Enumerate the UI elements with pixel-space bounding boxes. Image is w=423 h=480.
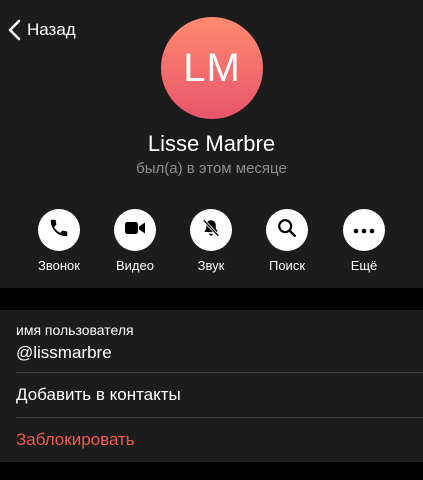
back-button[interactable]: Назад [8,18,76,42]
avatar-initials: LM [183,45,241,90]
video-circle [114,209,156,251]
info-list: имя пользователя @lissmarbre Добавить в … [0,310,423,462]
more-circle [343,209,385,251]
username-value: @lissmarbre [16,343,112,362]
call-label: Звонок [38,258,80,273]
chevron-left-icon [8,19,21,41]
add-contact-button[interactable]: Добавить в контакты [0,373,423,417]
phone-icon [48,217,70,244]
more-button[interactable]: Ещё [329,209,399,273]
search-label: Поиск [268,258,306,273]
mute-button[interactable]: Звук [176,209,246,273]
video-button[interactable]: Видео [100,209,170,273]
call-circle [38,209,80,251]
add-contact-label: Добавить в контакты [16,385,181,404]
video-camera-icon [124,220,146,241]
mute-circle [190,209,232,251]
more-icon [353,221,375,239]
profile-status: был(а) в этом месяце [136,160,287,177]
bell-muted-icon [200,217,222,244]
mute-label: Звук [197,258,225,273]
call-button[interactable]: Звонок [24,209,94,273]
video-label: Видео [116,258,154,273]
action-bar: Звонок Видео Звук Поиск Ещё [0,209,423,279]
block-user-button[interactable]: Заблокировать [0,418,423,462]
username-row[interactable]: имя пользователя @lissmarbre [0,310,423,372]
search-button[interactable]: Поиск [252,209,322,273]
block-user-label: Заблокировать [16,430,135,449]
profile-name: Lisse Marbre [147,131,276,156]
back-label: Назад [27,20,76,39]
search-circle [266,209,308,251]
search-icon [276,217,298,244]
profile-header: Назад LM Lisse Marbre был(а) в этом меся… [0,0,423,288]
username-caption: имя пользователя [16,322,134,338]
avatar[interactable]: LM [161,17,263,119]
more-label: Ещё [350,258,378,273]
